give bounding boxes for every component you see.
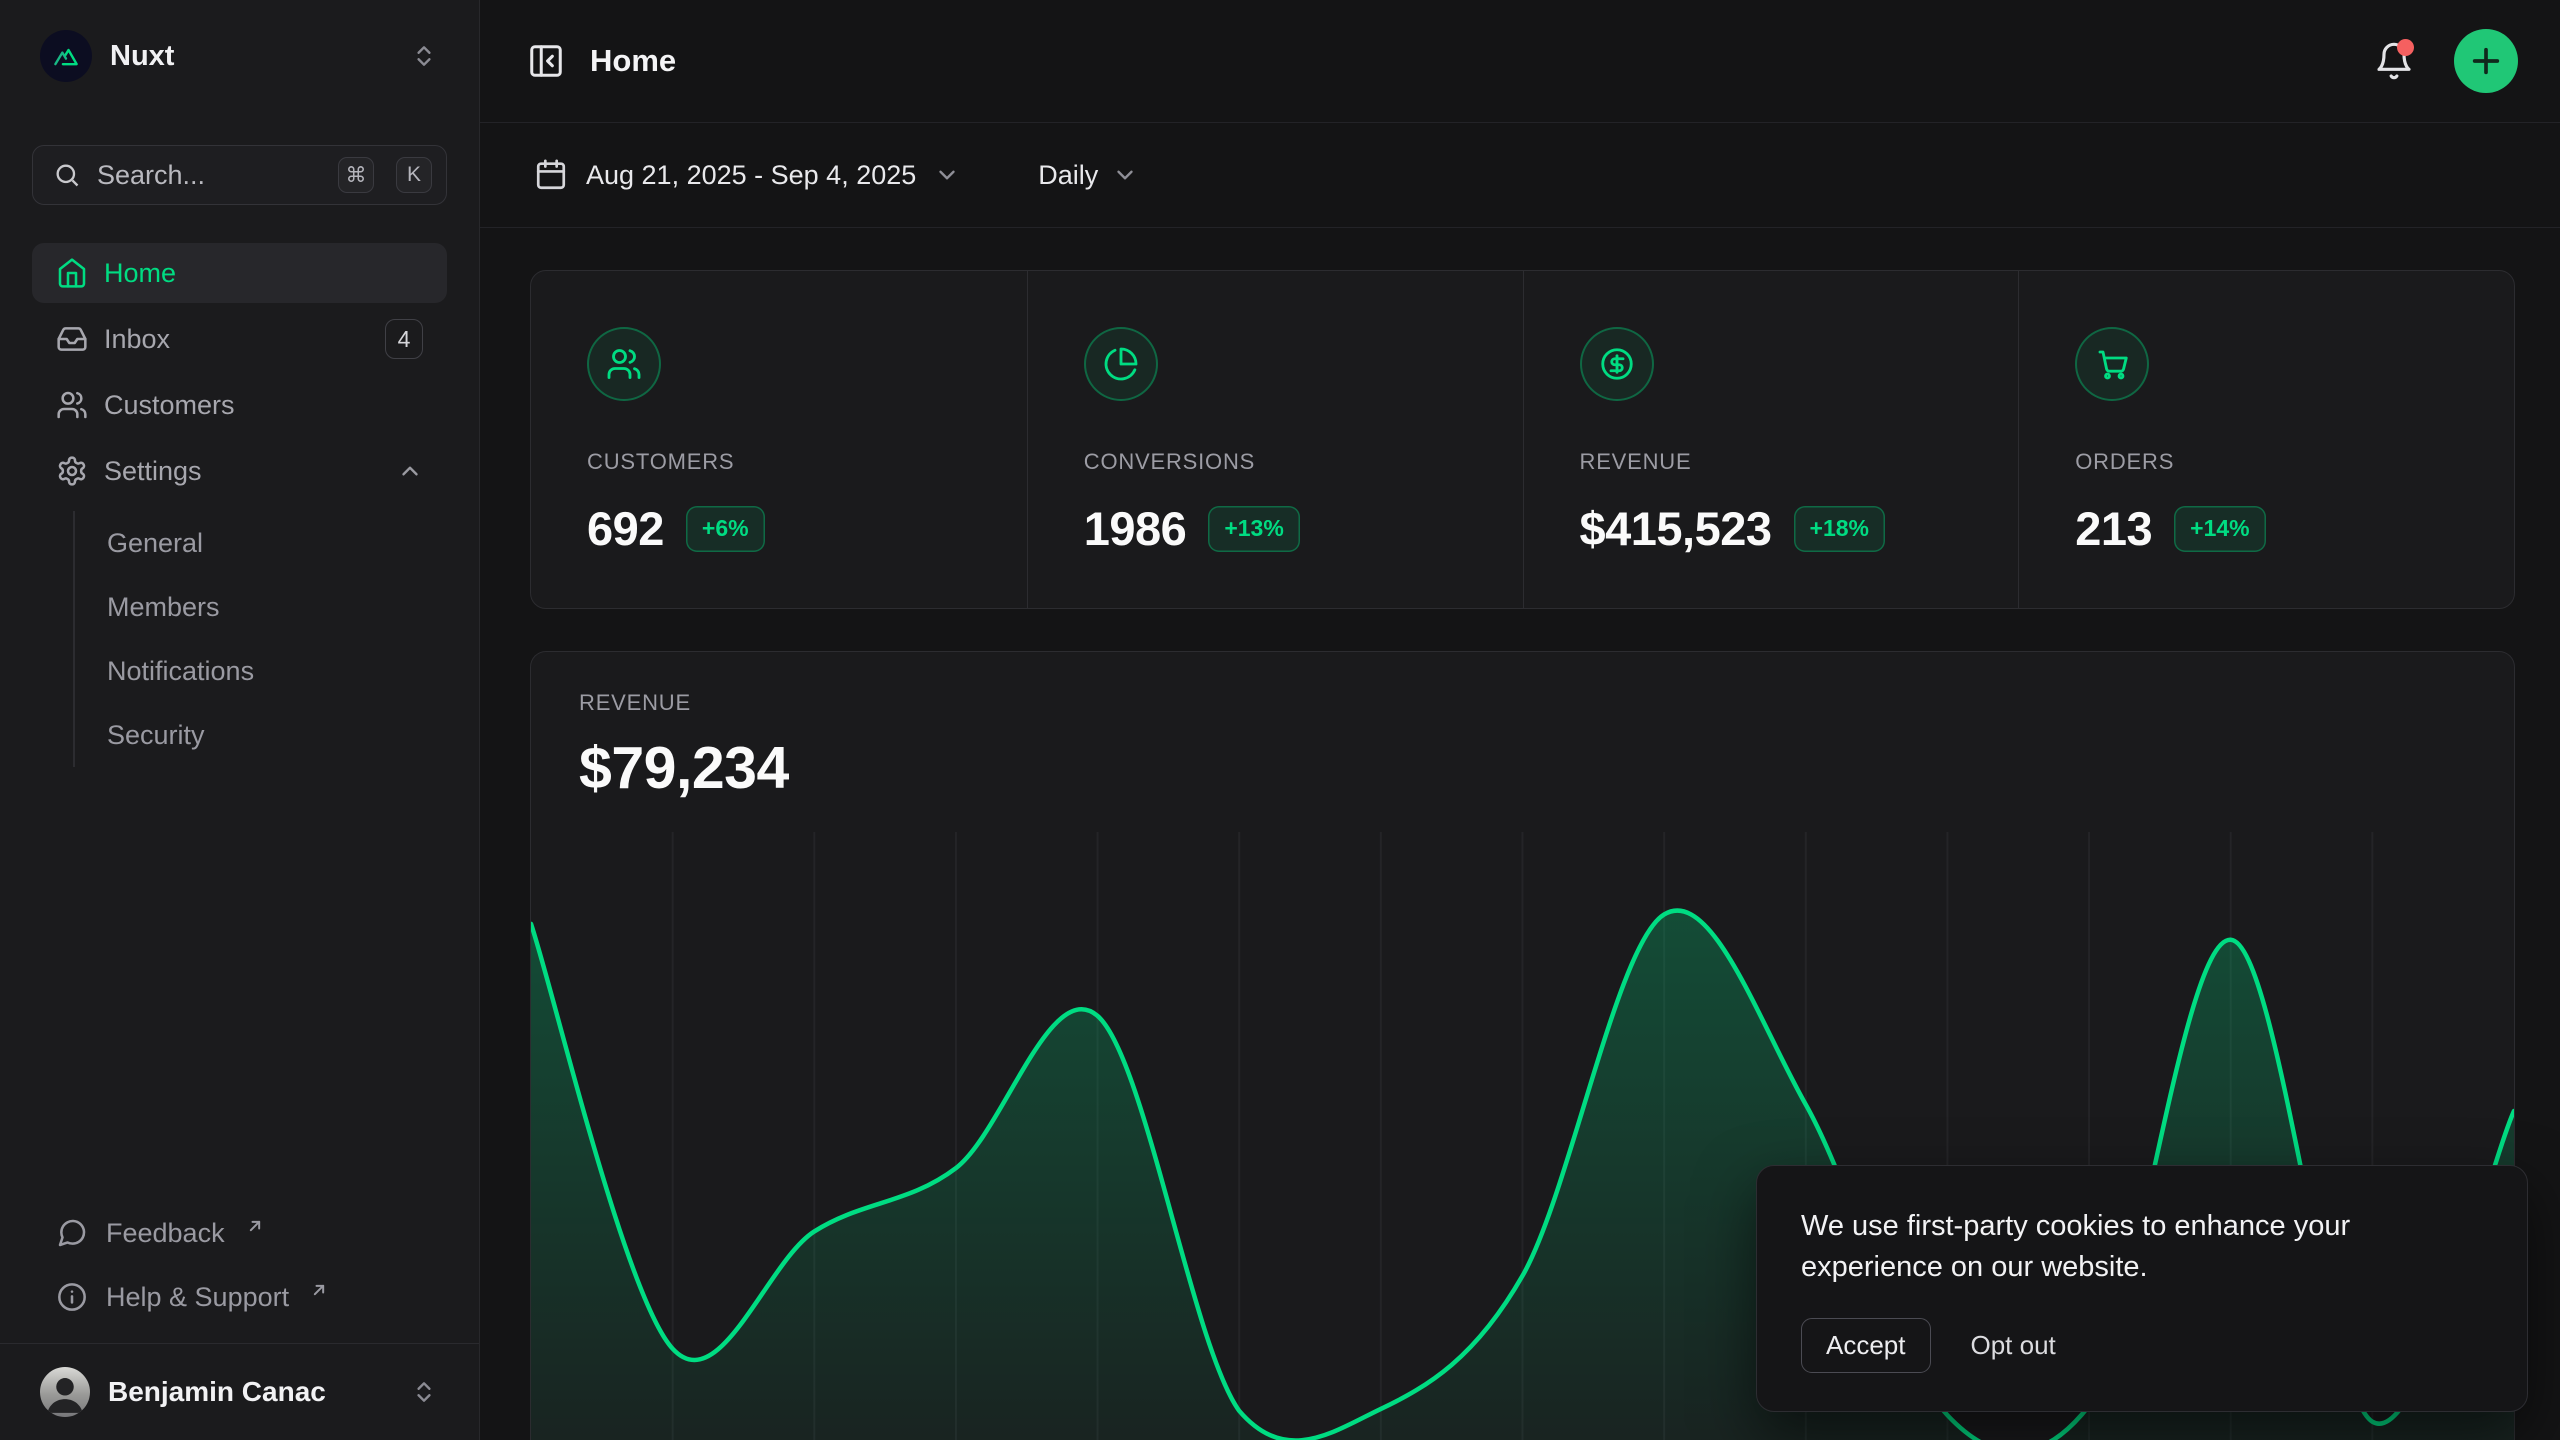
sidebar-item-settings[interactable]: Settings [32, 441, 447, 501]
granularity-select[interactable]: Daily [1028, 148, 1148, 203]
chevrons-up-down-icon [411, 43, 437, 69]
nuxt-logo-icon [40, 30, 92, 82]
help-support-link[interactable]: Help & Support [32, 1265, 447, 1329]
granularity-value: Daily [1038, 160, 1098, 191]
help-support-label: Help & Support [106, 1282, 289, 1313]
info-circle-icon [56, 1281, 88, 1313]
sidebar-item-label: Inbox [104, 324, 369, 355]
page-header: Home [480, 0, 2560, 123]
stat-card-revenue[interactable]: REVENUE $415,523 +18% [1523, 271, 2019, 608]
date-range-value: Aug 21, 2025 - Sep 4, 2025 [586, 160, 916, 191]
sidebar: Nuxt Search... ⌘ K Home Inbox 4 Customer… [0, 0, 480, 1440]
sidebar-item-members[interactable]: Members [107, 575, 447, 639]
stat-label: REVENUE [1580, 449, 1979, 475]
sidebar-item-home[interactable]: Home [32, 243, 447, 303]
revenue-chart-label: REVENUE [579, 690, 2466, 716]
stat-label: ORDERS [2075, 449, 2474, 475]
chevron-down-icon [1112, 162, 1138, 188]
feedback-label: Feedback [106, 1218, 225, 1249]
inbox-icon [56, 323, 88, 355]
search-icon [53, 161, 81, 189]
sidebar-item-security[interactable]: Security [107, 703, 447, 767]
stat-delta-badge: +13% [1208, 506, 1299, 552]
workspace-switcher[interactable]: Nuxt [32, 24, 447, 88]
settings-subnav: General Members Notifications Security [73, 511, 447, 767]
sidebar-nav: Home Inbox 4 Customers Settings [32, 243, 447, 507]
sidebar-item-label: Settings [104, 456, 381, 487]
sidebar-item-label: Customers [104, 390, 423, 421]
chevron-down-icon [934, 162, 960, 188]
external-link-icon [245, 1216, 265, 1236]
stat-card-conversions[interactable]: CONVERSIONS 1986 +13% [1027, 271, 1523, 608]
users-icon [56, 389, 88, 421]
revenue-chart-value: $79,234 [579, 734, 2466, 802]
home-icon [56, 257, 88, 289]
stat-delta-badge: +6% [686, 506, 765, 552]
stat-card-orders[interactable]: ORDERS 213 +14% [2018, 271, 2514, 608]
stat-value: 1986 [1084, 501, 1187, 556]
chat-bubble-icon [56, 1217, 88, 1249]
page-title: Home [590, 43, 676, 79]
date-range-picker[interactable]: Aug 21, 2025 - Sep 4, 2025 [524, 146, 970, 204]
stat-value: 692 [587, 501, 664, 556]
stat-value: $415,523 [1580, 501, 1772, 556]
sidebar-item-label: Home [104, 258, 423, 289]
cookie-optout-button[interactable]: Opt out [1971, 1330, 2056, 1361]
chevrons-up-down-icon [411, 1379, 437, 1405]
sidebar-item-inbox[interactable]: Inbox 4 [32, 309, 447, 369]
gear-icon [56, 455, 88, 487]
feedback-link[interactable]: Feedback [32, 1201, 447, 1265]
cart-icon [2094, 346, 2130, 382]
search-placeholder: Search... [97, 160, 322, 191]
add-button[interactable] [2454, 29, 2518, 93]
search-input[interactable]: Search... ⌘ K [32, 145, 447, 205]
stat-delta-badge: +14% [2174, 506, 2265, 552]
external-link-icon [309, 1280, 329, 1300]
user-avatar [40, 1367, 90, 1417]
notification-dot [2397, 39, 2414, 56]
sidebar-item-general[interactable]: General [107, 511, 447, 575]
cookie-accept-button[interactable]: Accept [1801, 1318, 1931, 1373]
workspace-name: Nuxt [110, 40, 393, 73]
stat-delta-badge: +18% [1794, 506, 1885, 552]
cookie-message: We use first-party cookies to enhance yo… [1801, 1206, 2386, 1288]
panel-left-close-icon [527, 42, 565, 80]
user-menu[interactable]: Benjamin Canac [32, 1358, 447, 1426]
dollar-circle-icon [1599, 346, 1635, 382]
notifications-button[interactable] [2366, 33, 2422, 89]
inbox-count-badge: 4 [385, 319, 423, 359]
sidebar-item-customers[interactable]: Customers [32, 375, 447, 435]
stat-card-customers[interactable]: CUSTOMERS 692 +6% [531, 271, 1027, 608]
cmd-key-badge: ⌘ [338, 157, 374, 193]
stat-label: CONVERSIONS [1084, 449, 1483, 475]
k-key-badge: K [396, 157, 432, 193]
sidebar-footer: Feedback Help & Support Benjamin Canac [32, 1201, 447, 1440]
stat-value: 213 [2075, 501, 2152, 556]
user-section: Benjamin Canac [0, 1343, 479, 1440]
plus-icon [2469, 44, 2503, 78]
user-name: Benjamin Canac [108, 1376, 393, 1408]
sidebar-item-notifications[interactable]: Notifications [107, 639, 447, 703]
cookie-consent-toast: We use first-party cookies to enhance yo… [1756, 1165, 2528, 1412]
chevron-up-icon [397, 458, 423, 484]
collapse-sidebar-button[interactable] [524, 39, 568, 83]
stats-panel: CUSTOMERS 692 +6% CONVERSIONS 1986 +13% [530, 270, 2515, 609]
users-icon [606, 346, 642, 382]
stat-label: CUSTOMERS [587, 449, 987, 475]
calendar-icon [534, 158, 568, 192]
pie-chart-icon [1103, 346, 1139, 382]
filter-bar: Aug 21, 2025 - Sep 4, 2025 Daily [480, 123, 2560, 228]
